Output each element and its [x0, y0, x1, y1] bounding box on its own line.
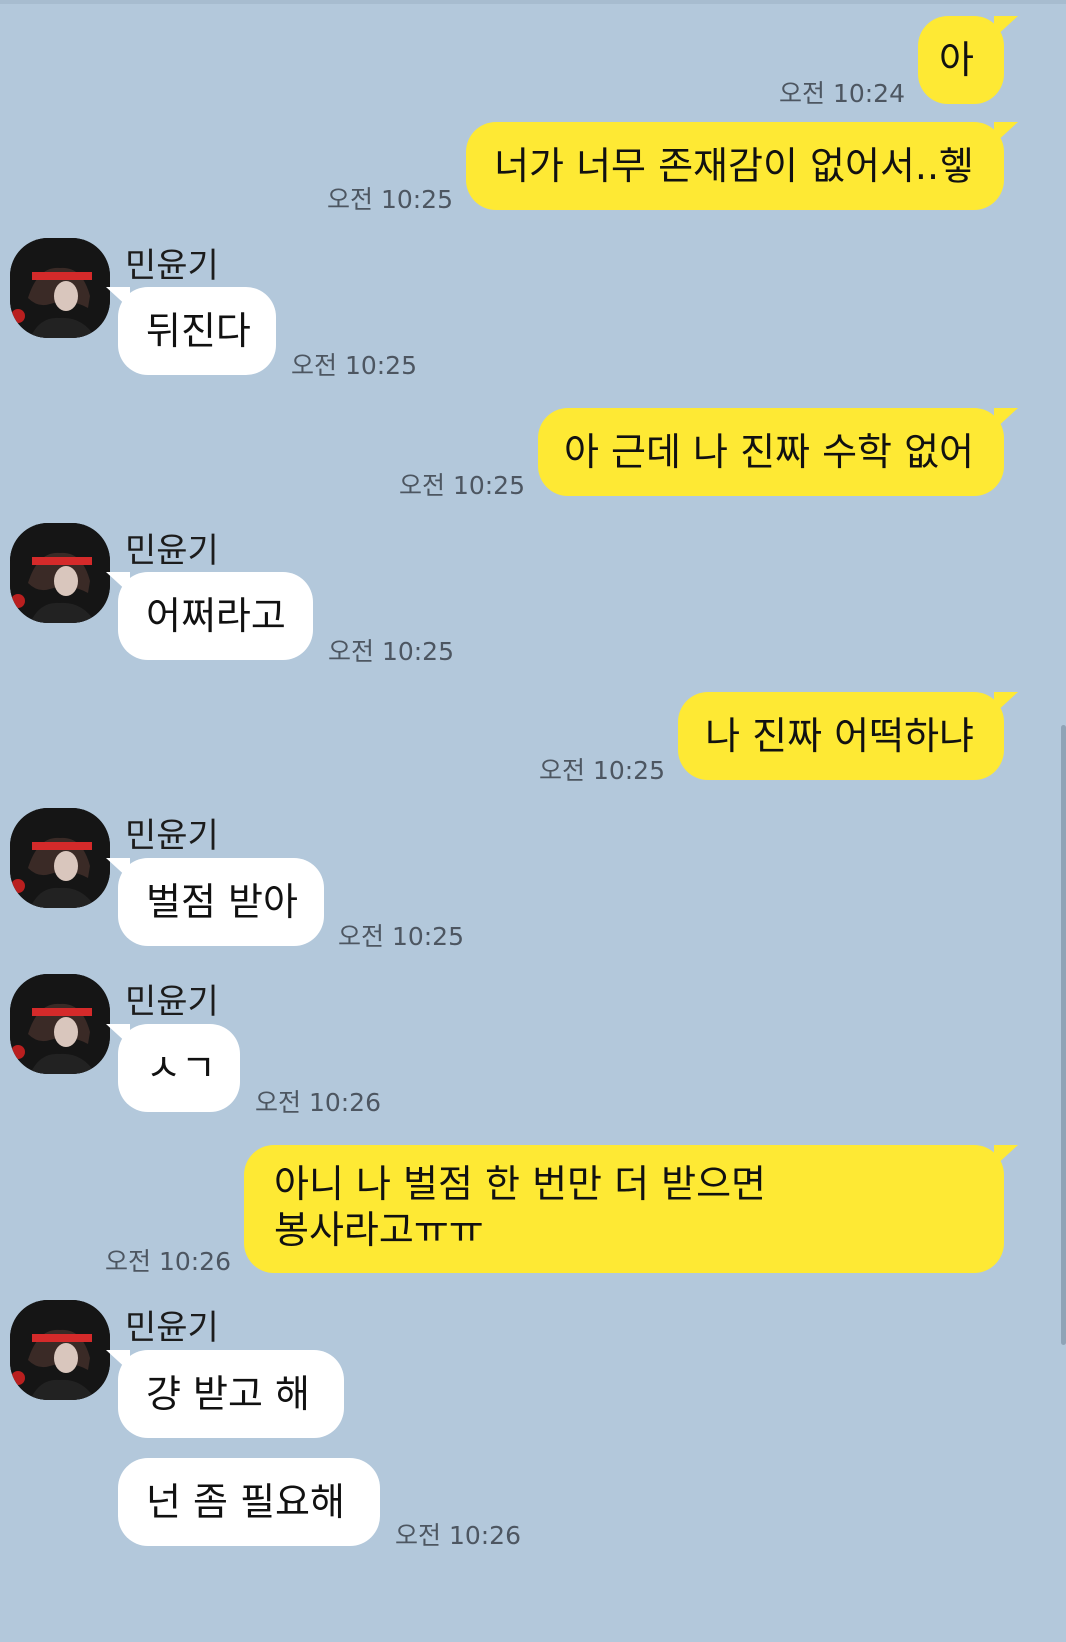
contact-avatar[interactable]: [10, 1300, 110, 1400]
contact-avatar[interactable]: [10, 238, 110, 338]
message-time: 오전 10:26: [395, 1521, 521, 1550]
message-text: 나 진짜 어떡하냐: [705, 714, 974, 758]
contact-message-bubble[interactable]: ㅅㄱ: [106, 1024, 240, 1112]
message-time: 오전 10:25: [399, 471, 525, 500]
message-text: 걍 받고 해: [146, 1372, 310, 1416]
message-time: 오전 10:25: [338, 922, 464, 951]
profile-photo-icon: [10, 974, 110, 1074]
my-message-bubble[interactable]: 너가 너무 존재감이 없어서..헿: [466, 122, 1018, 210]
top-edge: [0, 0, 1066, 4]
contact-avatar[interactable]: [10, 523, 110, 623]
contact-name: 민윤기: [125, 1308, 219, 1348]
message-text: 어쩌라고: [146, 594, 286, 638]
message-time: 오전 10:25: [539, 756, 665, 785]
contact-avatar[interactable]: [10, 974, 110, 1074]
my-message-bubble[interactable]: 나 진짜 어떡하냐: [678, 692, 1018, 780]
message-time: 오전 10:26: [105, 1247, 231, 1276]
contact-message-bubble[interactable]: 뒤진다: [106, 287, 276, 375]
profile-photo-icon: [10, 523, 110, 623]
message-time: 오전 10:25: [328, 637, 454, 666]
message-text: 뒤진다: [146, 309, 251, 353]
message-text: ㅅㄱ: [146, 1046, 216, 1090]
contact-message-bubble[interactable]: 걍 받고 해: [106, 1350, 344, 1438]
contact-message-bubble[interactable]: 넌 좀 필요해: [118, 1458, 380, 1546]
my-message-bubble[interactable]: 아니 나 벌점 한 번만 더 받으면 봉사라고ㅠㅠ: [244, 1145, 1018, 1273]
contact-name: 민윤기: [125, 531, 219, 571]
my-message-bubble[interactable]: 아 근데 나 진짜 수학 없어: [538, 408, 1018, 496]
message-text: 아 근데 나 진짜 수학 없어: [564, 430, 974, 474]
message-text: 벌점 받아: [146, 880, 298, 924]
message-time: 오전 10:25: [327, 185, 453, 214]
message-text: 아니 나 벌점 한 번만 더 받으면 봉사라고ㅠㅠ: [274, 1162, 766, 1252]
profile-photo-icon: [10, 1300, 110, 1400]
message-text: 아: [939, 38, 974, 82]
message-text: 너가 너무 존재감이 없어서..헿: [494, 144, 974, 188]
message-time: 오전 10:24: [779, 79, 905, 108]
contact-message-bubble[interactable]: 벌점 받아: [106, 858, 324, 946]
scrollbar[interactable]: [1061, 725, 1066, 1345]
profile-photo-icon: [10, 238, 110, 338]
message-time: 오전 10:25: [291, 351, 417, 380]
contact-name: 민윤기: [125, 816, 219, 856]
message-text: 넌 좀 필요해: [146, 1480, 345, 1524]
profile-photo-icon: [10, 808, 110, 908]
contact-name: 민윤기: [125, 246, 219, 286]
contact-name: 민윤기: [125, 982, 219, 1022]
my-message-bubble[interactable]: 아: [918, 16, 1018, 104]
contact-message-bubble[interactable]: 어쩌라고: [106, 572, 313, 660]
contact-avatar[interactable]: [10, 808, 110, 908]
message-time: 오전 10:26: [255, 1088, 381, 1117]
